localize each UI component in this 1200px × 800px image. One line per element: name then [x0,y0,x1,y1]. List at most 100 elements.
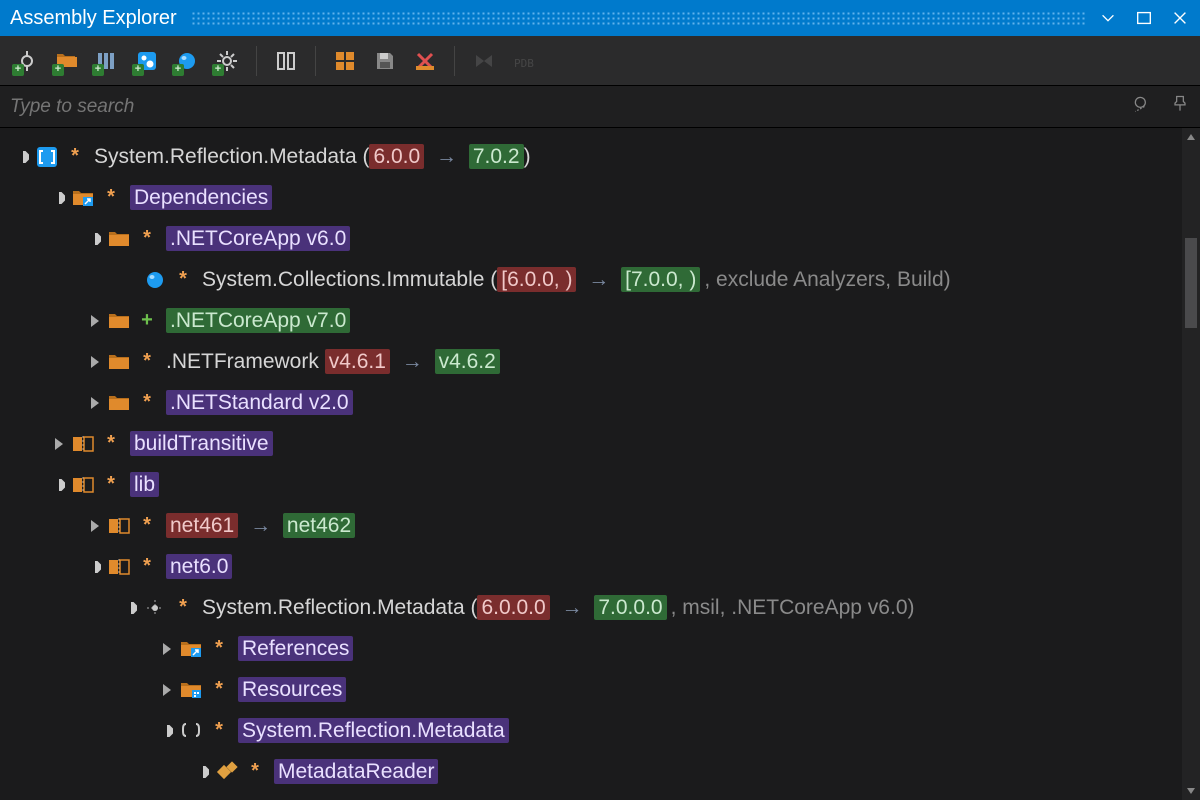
diff-marker: * [174,268,192,291]
search-input[interactable] [10,96,1132,118]
target-netcoreapp7[interactable]: + .NETCoreApp v7.0 [4,300,1200,341]
toolbar-separator [315,46,316,76]
lib-net461[interactable]: * net461 → net462 [4,505,1200,546]
diff-marker: * [138,514,156,537]
expander-icon[interactable] [86,394,104,412]
folder-icon [108,392,130,414]
diff-marker: * [138,555,156,578]
expander-icon[interactable] [50,476,68,494]
folder-res-icon [180,679,202,701]
diff-marker: * [210,719,228,742]
tree-row-label: MetadataReader [274,760,438,784]
expander-icon[interactable] [158,681,176,699]
settings-button[interactable]: + [210,44,244,78]
buildtransitive-folder[interactable]: *buildTransitive [4,423,1200,464]
scrollbar-down-icon[interactable] [1182,782,1200,800]
folder-icon [108,228,130,250]
expander-icon[interactable] [86,558,104,576]
folder-split-icon [72,433,94,455]
folder-icon [108,310,130,332]
expander-icon[interactable] [122,599,140,617]
diff-marker: * [246,760,264,783]
remove-button[interactable] [408,44,442,78]
references-folder[interactable]: * References [4,628,1200,669]
search-bar [0,86,1200,128]
nuget-package-root[interactable]: * System.Reflection.Metadata (6.0.0 → 7.0… [4,136,1200,177]
tree-row-label: System.Reflection.Metadata (6.0.0.0 → 7.… [202,596,919,620]
namespace-icon [180,720,202,742]
tree-container: * System.Reflection.Metadata (6.0.0 → 7.0… [0,128,1200,800]
expander-icon[interactable] [86,312,104,330]
tree-row-label: System.Collections.Immutable ([6.0.0, ) … [202,268,955,292]
folder-split-icon [72,474,94,496]
target-netframework[interactable]: *.NETFramework v4.6.1 → v4.6.2 [4,341,1200,382]
diff-marker: + [138,309,156,332]
expander-icon[interactable] [158,722,176,740]
resources-folder[interactable]: *Resources [4,669,1200,710]
plus-overlay-icon: + [212,64,224,76]
tree-row-label: System.Reflection.Metadata (6.0.0 → 7.0.… [94,145,531,169]
window-close-icon[interactable] [1170,8,1190,28]
plus-overlay-icon: + [172,64,184,76]
diff-marker: * [138,227,156,250]
diff-marker: * [210,637,228,660]
assembly-tree[interactable]: * System.Reflection.Metadata (6.0.0 → 7.0… [0,128,1200,800]
expander-icon[interactable] [86,517,104,535]
expander-icon [122,271,140,289]
dependencies-folder[interactable]: * Dependencies [4,177,1200,218]
view-grid-button[interactable] [328,44,362,78]
expander-icon[interactable] [86,230,104,248]
title-bar: Assembly Explorer [0,0,1200,36]
nuget-brackets-icon [36,146,58,168]
tree-row-label: lib [130,473,159,497]
add-package-button[interactable]: + [170,44,204,78]
pin-icon[interactable] [1170,94,1190,119]
scrollbar-thumb[interactable] [1185,238,1197,328]
toolbar-separator [256,46,257,76]
assembly-icon [144,597,166,619]
tree-row-label: .NETStandard v2.0 [166,391,353,415]
lib-net6[interactable]: *net6.0 [4,546,1200,587]
diff-marker: * [66,145,84,168]
expander-icon[interactable] [50,435,68,453]
expander-icon[interactable] [50,189,68,207]
search-icon[interactable] [1132,94,1152,119]
add-nuget-button[interactable]: + [130,44,164,78]
tree-row-label: Resources [238,678,346,702]
diff-marker: * [174,596,192,619]
diff-marker: * [102,432,120,455]
tree-row-label: Dependencies [130,186,272,210]
expander-icon[interactable] [86,353,104,371]
tree-row-label: References [238,637,353,661]
expander-icon[interactable] [158,640,176,658]
expander-icon[interactable] [14,148,32,166]
class-metadatareader[interactable]: * MetadataReader [4,751,1200,792]
tree-row-label: .NETCoreApp v7.0 [166,309,350,333]
save-button[interactable] [368,44,402,78]
window-maximize-icon[interactable] [1134,8,1154,28]
namespace-srm[interactable]: *System.Reflection.Metadata [4,710,1200,751]
columns-button[interactable] [269,44,303,78]
open-folder-button[interactable]: + [50,44,84,78]
window-menu-dropdown-icon[interactable] [1098,8,1118,28]
tree-row-label: .NETFramework v4.6.1 → v4.6.2 [166,350,500,374]
target-netstandard[interactable]: * .NETStandard v2.0 [4,382,1200,423]
diff-marker: * [138,391,156,414]
plus-overlay-icon: + [52,64,64,76]
dependency-immutable[interactable]: * System.Collections.Immutable ([6.0.0, )… [4,259,1200,300]
add-library-button[interactable]: + [90,44,124,78]
tree-row-label: net461 → net462 [166,514,355,538]
add-assembly-button[interactable]: + [10,44,44,78]
target-netcoreapp6[interactable]: *.NETCoreApp v6.0 [4,218,1200,259]
scrollbar-up-icon[interactable] [1182,128,1200,146]
expander-icon[interactable] [194,763,212,781]
assembly-srm[interactable]: * System.Reflection.Metadata (6.0.0.0 → 7… [4,587,1200,628]
vs-button [467,44,501,78]
pdb-button [507,44,541,78]
title-text: Assembly Explorer [10,7,177,30]
lib-folder[interactable]: *lib [4,464,1200,505]
scrollbar[interactable] [1182,128,1200,800]
diff-marker: * [102,186,120,209]
title-grip[interactable] [191,11,1086,25]
nuget-ball-icon [144,269,166,291]
